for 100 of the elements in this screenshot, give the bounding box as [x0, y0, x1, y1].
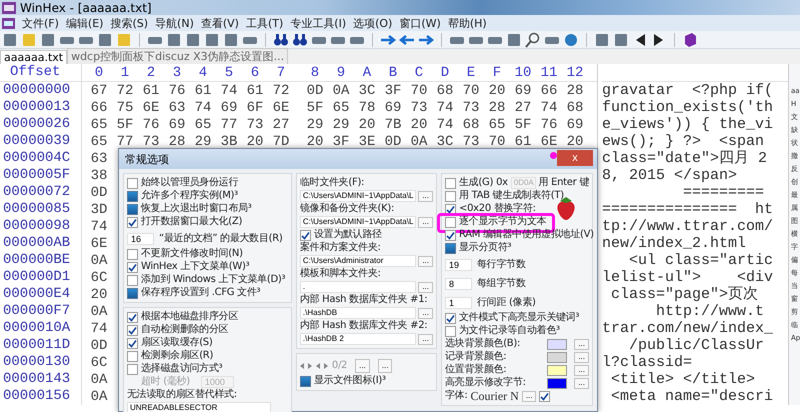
browse-button[interactable]: ...: [418, 308, 433, 318]
hex-byte: 74: [220, 82, 238, 98]
checkbox[interactable]: [445, 326, 456, 336]
path-field[interactable]: C:\Users\Administrator: [300, 255, 416, 267]
offset-cell: 00000143: [0, 371, 82, 388]
checkbox[interactable]: [445, 230, 456, 240]
hex-byte: 0A: [410, 134, 428, 150]
hex-byte: 6E: [142, 100, 160, 116]
checkbox[interactable]: [127, 248, 138, 260]
checkbox-label: 不更新文件修改时间(N): [141, 248, 243, 260]
browse-button[interactable]: ...: [378, 359, 392, 373]
text-line: =============== ht: [602, 201, 774, 218]
checkbox-label: 显示文件图标(I)³: [314, 375, 386, 387]
color-swatch[interactable]: [547, 338, 568, 350]
column-header: 12: [566, 64, 584, 80]
path-field[interactable]: C:\Users\ADMINI~1\AppData\L: [300, 190, 416, 202]
checkbox[interactable]: [445, 312, 456, 324]
checkbox-label: 生成(G): [459, 177, 494, 189]
checkbox[interactable]: [127, 190, 138, 202]
menu-item[interactable]: 选项(O): [353, 16, 392, 30]
menu-item[interactable]: 搜索(S): [110, 16, 148, 30]
checkbox[interactable]: [127, 324, 138, 336]
checkbox-label: 逐个显示字节为文本: [459, 216, 546, 228]
number-field[interactable]: 16: [127, 233, 154, 245]
checkbox-label: 用 TAB 键生成制表符(T): [459, 190, 564, 202]
document-tab[interactable]: aaaaaa.txt: [0, 50, 68, 64]
number-field[interactable]: 1: [445, 297, 472, 309]
checkbox[interactable]: [127, 350, 138, 362]
checkbox[interactable]: [445, 242, 456, 254]
number-field[interactable]: 8: [445, 278, 472, 290]
menu-item[interactable]: 窗口(W): [399, 16, 441, 30]
checkbox-label: 允许多个程序实例(M)³: [141, 190, 238, 202]
page-counter: 0/2: [332, 360, 348, 372]
checkbox[interactable]: [127, 364, 138, 374]
path-field[interactable]: .\HashDB 2: [300, 333, 416, 345]
field-label: 位置背景颜色:: [445, 364, 508, 376]
column-header: 0: [94, 64, 104, 80]
field-label: 高亮显示修改字节:: [445, 377, 527, 389]
hex-byte: 65: [488, 116, 506, 132]
checkbox[interactable]: [127, 204, 138, 214]
hex-byte: 73: [462, 134, 480, 150]
close-button[interactable]: x: [557, 150, 593, 166]
hex-byte: 3D: [90, 202, 108, 218]
field-label: 记录背景颜色:: [445, 351, 508, 363]
checkbox[interactable]: [300, 376, 311, 386]
hex-byte: 78: [358, 100, 376, 116]
browse-button[interactable]: ...: [418, 256, 433, 266]
menu-item[interactable]: 编辑(E): [66, 16, 104, 30]
checkbox[interactable]: [445, 190, 456, 202]
browse-button[interactable]: ...: [418, 334, 433, 344]
checkbox[interactable]: [445, 204, 456, 214]
browse-button[interactable]: ...: [418, 282, 433, 292]
browse-button[interactable]: ...: [355, 359, 370, 373]
field-label: 内部 Hash 数据库文件夹 #2:: [300, 320, 428, 332]
path-field[interactable]: C:\Users\ADMINI~1\AppData\L: [300, 216, 416, 228]
binoculars-icon[interactable]: [273, 32, 289, 48]
field-label: 内部 Hash 数据库文件夹 #1:: [300, 294, 428, 306]
field-label: 模板和脚本文件夹:: [300, 268, 381, 280]
browse-button[interactable]: ...: [418, 190, 433, 202]
input-field[interactable]: UNREADABLESECTOR: [127, 402, 271, 412]
text-line: class="date">四月 2: [602, 150, 768, 167]
browse-button[interactable]: ...: [418, 216, 433, 228]
color-swatch[interactable]: [547, 352, 568, 362]
text-line: <title> </title>: [610, 371, 756, 388]
checkbox[interactable]: [127, 216, 138, 228]
color-button[interactable]: ...: [574, 352, 589, 362]
offset-cell: 000000F7: [0, 303, 82, 320]
menu-item[interactable]: 工具(T): [246, 16, 284, 30]
hex-byte: 6E: [272, 100, 290, 116]
font-button[interactable]: ...: [522, 390, 536, 402]
menu-item[interactable]: 帮助(H): [448, 16, 487, 30]
checkbox[interactable]: [300, 230, 311, 240]
document-tab[interactable]: wdcp控制面板下discuz X3伪静态设置图...: [67, 48, 288, 64]
checkbox[interactable]: [127, 312, 138, 322]
menu-item[interactable]: 查看(V): [200, 16, 239, 30]
number-field[interactable]: 19: [445, 259, 472, 271]
checkbox[interactable]: [127, 288, 138, 298]
color-button[interactable]: ...: [574, 338, 589, 350]
path-field[interactable]: .\HashDB: [300, 307, 416, 319]
checkbox[interactable]: [539, 390, 550, 402]
checkbox[interactable]: [127, 338, 138, 348]
hex-byte: 75: [116, 100, 134, 116]
binoculars-icon[interactable]: [292, 32, 308, 48]
checkbox[interactable]: [445, 216, 456, 228]
menu-item[interactable]: 专业工具(I): [290, 16, 346, 30]
color-swatch[interactable]: [547, 378, 568, 388]
color-swatch[interactable]: [547, 364, 568, 376]
checkbox[interactable]: [127, 274, 138, 286]
hex-byte: 20: [358, 116, 376, 132]
menu-item[interactable]: 导航(N): [155, 16, 194, 30]
arrow-controls-icon[interactable]: [300, 363, 330, 369]
color-button[interactable]: ...: [574, 378, 589, 388]
menu-item[interactable]: 文件(F): [22, 16, 59, 30]
hex-byte: 65: [194, 116, 212, 132]
checkbox[interactable]: [127, 262, 138, 272]
path-field[interactable]: .: [300, 281, 416, 293]
checkbox[interactable]: [127, 178, 138, 188]
search-icon[interactable]: [525, 32, 541, 48]
column-header: 5: [224, 64, 234, 80]
color-button[interactable]: ...: [574, 364, 589, 376]
